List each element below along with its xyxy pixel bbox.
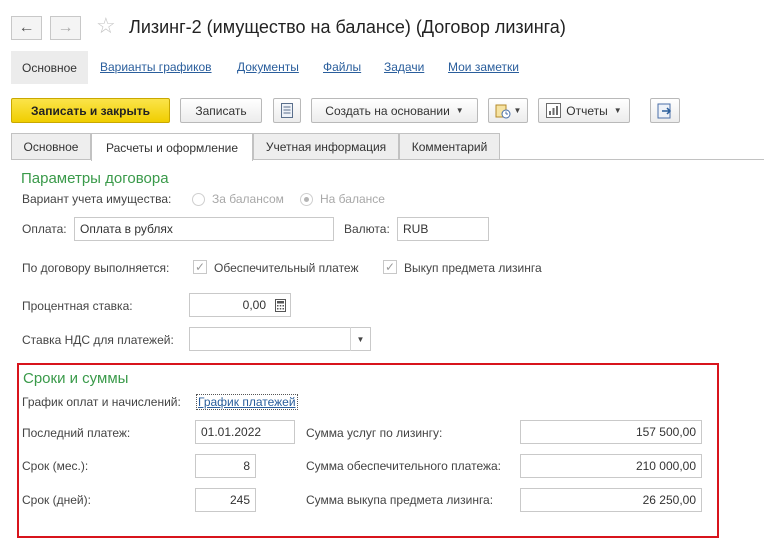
security-payment-checkbox[interactable]: ✓	[193, 260, 207, 274]
back-button[interactable]: ←	[11, 16, 42, 40]
currency-field[interactable]: RUB	[397, 217, 489, 241]
linktab-files[interactable]: Файлы	[323, 60, 361, 74]
attachments-button[interactable]: ▼	[488, 98, 528, 123]
on-balance-radio[interactable]	[300, 193, 313, 206]
reports-button[interactable]: Отчеты ▼	[538, 98, 630, 123]
payment-schedule-link[interactable]: График платежей	[196, 394, 298, 410]
term-days-field[interactable]: 245	[195, 488, 256, 512]
linktab-tasks[interactable]: Задачи	[384, 60, 424, 74]
save-button[interactable]: Записать	[180, 98, 262, 123]
list-document-icon	[281, 103, 293, 118]
buyout-sum-field[interactable]: 26 250,00	[520, 488, 702, 512]
chevron-down-icon: ▼	[613, 106, 622, 115]
buyout-sum-label: Сумма выкупа предмета лизинга:	[306, 493, 494, 507]
calculator-icon	[274, 298, 286, 312]
security-sum-label: Сумма обеспечительного платежа:	[306, 459, 502, 473]
buyout-checkbox[interactable]: ✓	[383, 260, 397, 274]
document-list-button[interactable]	[273, 98, 301, 123]
linktab-documents[interactable]: Документы	[237, 60, 299, 74]
arrow-left-icon: ←	[18, 19, 35, 36]
linktab-my-notes[interactable]: Мои заметки	[448, 60, 519, 74]
page-title: Лизинг-2 (имущество на балансе) (Договор…	[129, 17, 566, 37]
leasing-services-field[interactable]: 157 500,00	[520, 420, 702, 444]
interest-rate-label: Процентная ставка:	[22, 299, 133, 313]
reports-label: Отчеты	[566, 103, 608, 118]
export-icon	[657, 103, 672, 118]
currency-label: Валюта:	[344, 222, 390, 236]
export-button[interactable]	[650, 98, 680, 123]
executed-label: По договору выполняется:	[22, 261, 170, 275]
tab-calculations[interactable]: Расчеты и оформление	[91, 133, 253, 161]
attachment-clock-icon	[495, 104, 511, 118]
report-icon	[546, 103, 562, 118]
payment-label: Оплата:	[22, 222, 67, 236]
create-based-on-label: Создать на основании	[325, 103, 450, 118]
term-days-label: Срок (дней):	[22, 493, 91, 507]
tab-comment[interactable]: Комментарий	[399, 133, 500, 160]
create-based-on-button[interactable]: Создать на основании ▼	[311, 98, 478, 123]
chevron-down-icon: ▼	[455, 106, 464, 115]
payment-field[interactable]: Оплата в рублях	[74, 217, 334, 241]
off-balance-radio[interactable]	[192, 193, 205, 206]
linktab-main[interactable]: Основное	[11, 51, 88, 84]
save-and-close-button[interactable]: Записать и закрыть	[11, 98, 170, 123]
on-balance-label: На балансе	[320, 192, 385, 206]
security-payment-label: Обеспечительный платеж	[214, 261, 359, 275]
security-sum-field[interactable]: 210 000,00	[520, 454, 702, 478]
chevron-down-icon: ▼	[513, 106, 522, 115]
forward-button[interactable]: →	[50, 16, 81, 40]
arrow-right-icon: →	[57, 19, 74, 36]
schedule-label: График оплат и начислений:	[22, 395, 181, 409]
tab-accounting-info[interactable]: Учетная информация	[253, 133, 399, 160]
accounting-variant-label: Вариант учета имущества:	[22, 192, 172, 206]
term-months-field[interactable]: 8	[195, 454, 256, 478]
off-balance-label: За балансом	[212, 192, 284, 206]
leasing-services-label: Сумма услуг по лизингу:	[306, 426, 443, 440]
chevron-down-icon[interactable]: ▼	[350, 327, 370, 351]
last-payment-label: Последний платеж:	[22, 426, 131, 440]
last-payment-field[interactable]: 01.01.2022	[195, 420, 295, 444]
vat-rate-label: Ставка НДС для платежей:	[22, 333, 174, 347]
vat-rate-field[interactable]	[189, 327, 371, 351]
linktab-schedule-variants[interactable]: Варианты графиков	[100, 60, 212, 74]
tab-main[interactable]: Основное	[11, 133, 91, 160]
terms-title: Сроки и суммы	[23, 370, 129, 387]
buyout-label: Выкуп предмета лизинга	[404, 261, 542, 275]
calculator-button[interactable]	[270, 294, 290, 316]
contract-params-title: Параметры договора	[21, 170, 169, 187]
term-months-label: Срок (мес.):	[22, 459, 89, 473]
star-icon[interactable]: ☆	[96, 15, 116, 37]
